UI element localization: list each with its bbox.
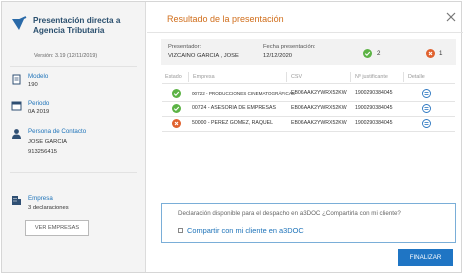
col-header-justificante: Nº justificante xyxy=(355,74,388,80)
col-divider xyxy=(350,72,351,82)
presentador-label: Presentador: xyxy=(168,44,202,50)
csv-cell: EB06AAK2YWRX52KW xyxy=(291,120,347,126)
empresa-value: 3 declaraciones xyxy=(28,205,69,211)
contacto-label: Persona de Contacto xyxy=(28,128,87,135)
presentador-value: VIZCAINO GARCIA , JOSE xyxy=(168,53,239,59)
ok-count: 2 xyxy=(377,50,381,57)
justificante-cell: 1900290384045 xyxy=(355,90,393,96)
fecha-label: Fecha presentación: xyxy=(263,44,316,50)
view-detail-icon[interactable] xyxy=(422,119,431,128)
agency-logo-icon xyxy=(12,16,27,30)
modelo-value: 190 xyxy=(28,82,38,88)
error-circle-icon xyxy=(172,119,181,128)
finalizar-button[interactable]: FINALIZAR xyxy=(398,249,453,266)
col-header-csv: CSV xyxy=(291,74,303,80)
col-header-detalle: Detalle xyxy=(408,74,425,80)
empresa-cell: 00722 - PRODUCCIONES CINEMATOGRÁFICAS xyxy=(192,90,295,96)
view-detail-icon[interactable] xyxy=(422,104,431,113)
close-icon[interactable] xyxy=(445,11,457,23)
share-checkbox[interactable] xyxy=(178,228,183,233)
share-checkbox-label[interactable]: Compartir con mi cliente en a3DOC xyxy=(187,226,304,235)
document-icon xyxy=(12,74,21,85)
table-row[interactable]: 00722 - PRODUCCIONES CINEMATOGRÁFICAS EB… xyxy=(162,86,455,101)
title-divider xyxy=(147,32,463,33)
page-title: Resultado de la presentación xyxy=(167,14,284,24)
ver-empresas-button[interactable]: VER EMPRESAS xyxy=(25,220,89,236)
error-circle-icon xyxy=(426,49,435,58)
version-text: Versión: 3.19 (12/11/2019) xyxy=(34,53,98,59)
empresa-label: Empresa xyxy=(28,195,53,202)
table-row[interactable]: 00724 - ASESORIA DE EMPRESAS EB06AAK2YWR… xyxy=(162,101,455,116)
table-row[interactable]: 50000 - PEREZ GOMEZ, RAQUEL EB06AAK2YWRX… xyxy=(162,116,455,131)
person-icon xyxy=(12,129,21,139)
col-divider xyxy=(188,72,189,82)
sidebar: Presentación directa a Agencia Tributari… xyxy=(2,2,146,272)
col-divider xyxy=(286,72,287,82)
justificante-cell: 1900290384045 xyxy=(355,105,393,111)
contacto-phone: 913256415 xyxy=(28,149,58,155)
view-detail-icon[interactable] xyxy=(422,89,431,98)
building-icon xyxy=(12,196,21,205)
modelo-label: Modelo xyxy=(28,73,49,80)
error-count: 1 xyxy=(439,50,443,57)
col-divider xyxy=(403,72,404,82)
check-circle-icon xyxy=(363,49,372,58)
contacto-name: JOSE GARCIA xyxy=(28,139,67,145)
summary-panel xyxy=(161,39,456,65)
share-question: Declaración disponible para el despacho … xyxy=(178,210,401,217)
dialog: Presentación directa a Agencia Tributari… xyxy=(1,1,463,273)
periodo-label: Periodo xyxy=(28,100,50,107)
table-header-divider xyxy=(162,83,455,84)
periodo-value: 0A 2019 xyxy=(28,109,50,115)
col-header-estado: Estado xyxy=(165,74,182,80)
col-header-empresa: Empresa xyxy=(193,74,215,80)
justificante-cell: 1900290384045 xyxy=(355,120,393,126)
app-title: Presentación directa a Agencia Tributari… xyxy=(33,16,121,35)
empresa-cell: 50000 - PEREZ GOMEZ, RAQUEL xyxy=(192,120,274,126)
check-circle-icon xyxy=(172,104,181,113)
share-a3doc-panel xyxy=(161,203,456,243)
row-divider xyxy=(162,131,455,132)
sidebar-divider xyxy=(10,172,137,173)
sidebar-divider xyxy=(10,66,137,67)
calendar-icon xyxy=(11,101,22,111)
csv-cell: EB06AAK2YWRX52KW xyxy=(291,90,347,96)
fecha-value: 12/12/2020 xyxy=(263,53,293,59)
check-circle-icon xyxy=(172,89,181,98)
csv-cell: EB06AAK2YWRX52KW xyxy=(291,105,347,111)
empresa-cell: 00724 - ASESORIA DE EMPRESAS xyxy=(192,105,276,111)
